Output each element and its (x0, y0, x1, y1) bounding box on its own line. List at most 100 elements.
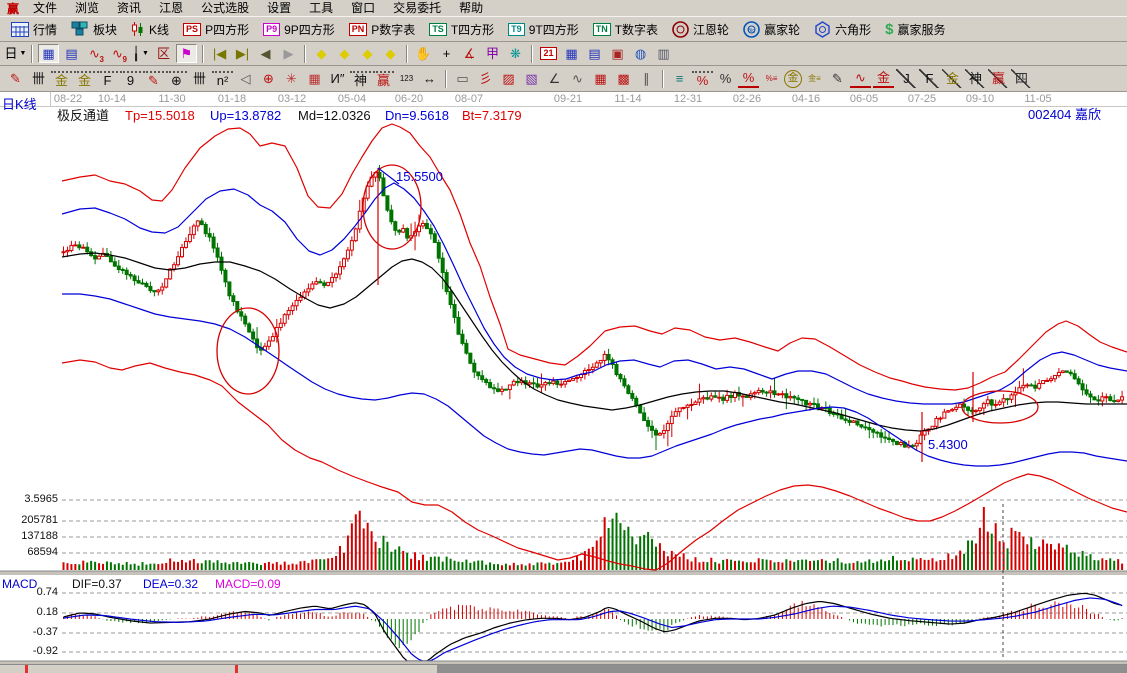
period-day-dropdown[interactable]: 日▼ (5, 44, 26, 63)
sectors-button[interactable]: 板块 (64, 18, 124, 40)
diamond-left-icon[interactable]: ◆ (311, 44, 332, 63)
red-grid-icon[interactable]: ▦ (590, 69, 611, 88)
fan-box2-icon[interactable]: ▧ (521, 69, 542, 88)
candle-body (1101, 397, 1104, 401)
net-grid-icon[interactable]: ▦ (304, 69, 325, 88)
menu-item-9[interactable]: 帮助 (450, 0, 492, 17)
ninep-square-button[interactable]: P99P四方形 (256, 18, 342, 40)
first-bar-icon[interactable]: |◀ (209, 44, 230, 63)
fan-lines-icon[interactable]: 彡 (475, 69, 496, 88)
menu-item-3[interactable]: 江恩 (150, 0, 192, 17)
hexagon-button[interactable]: 六角形 (807, 18, 878, 40)
cursor-flag-icon[interactable]: ◁ (235, 69, 256, 88)
span-arrow-icon[interactable]: ↔ (419, 69, 440, 88)
mind-icon[interactable]: ❋ (505, 44, 526, 63)
ruler-123-icon[interactable]: 123 (396, 69, 417, 88)
gann-tool-icon[interactable]: 甲 (482, 44, 503, 63)
gold-ruler-b-icon[interactable]: 金 (74, 71, 95, 88)
nine-ruler-icon[interactable]: 9 (120, 71, 141, 88)
chart-area[interactable]: 15.55005.4300 日K线 极反通道 Tp=15.5018 Up=13.… (0, 92, 1127, 673)
t-square-button[interactable]: TST四方形 (422, 18, 501, 40)
crosshair-icon[interactable]: + (436, 44, 457, 63)
menu-item-2[interactable]: 资讯 (108, 0, 150, 17)
t-table-button[interactable]: TNT数字表 (586, 18, 665, 40)
ruler-tool-icon[interactable]: 卌 (28, 69, 49, 88)
menu-item-8[interactable]: 交易委托 (384, 0, 450, 17)
dial-ruler-icon[interactable]: ⊕ (166, 71, 187, 88)
prev-bar-icon[interactable]: ◀ (255, 44, 276, 63)
f-angle-icon[interactable]: F (919, 69, 940, 88)
zigzag-icon[interactable]: ∿ (567, 69, 588, 88)
flag-chart-icon[interactable]: ⚑ (176, 44, 197, 63)
wave-tool-icon[interactable]: ∿ (850, 69, 871, 88)
tick-ruler-icon[interactable]: 卌 (189, 69, 210, 88)
gold-red-icon[interactable]: 金 (873, 69, 894, 88)
next-bar-icon[interactable]: ▶ (278, 44, 299, 63)
h-scrollbar[interactable] (0, 664, 1127, 673)
shen-ruler-icon[interactable]: 神 (350, 71, 371, 88)
pct-three-icon[interactable]: %≡ (761, 69, 782, 88)
ninet-square-button[interactable]: T99T四方形 (501, 18, 586, 40)
star-grid-icon[interactable]: ✳ (281, 69, 302, 88)
menu-item-4[interactable]: 公式选股 (192, 0, 258, 17)
parallel-lines-icon[interactable]: ∥ (636, 69, 657, 88)
candle-pen-icon[interactable]: ✎ (827, 69, 848, 88)
winner-service-button[interactable]: $赢家服务 (878, 18, 952, 40)
menu-item-0[interactable]: 文件 (24, 0, 66, 17)
diamond-expand-icon[interactable]: ◆ (357, 44, 378, 63)
menu-item-7[interactable]: 窗口 (342, 0, 384, 17)
pen-tool-icon[interactable]: ✎ (5, 69, 26, 88)
quote-tool-icon[interactable]: И″ (327, 69, 348, 88)
quotes-button[interactable]: 行情 (4, 18, 64, 40)
gold-angle-icon[interactable]: 金 (942, 69, 963, 88)
pct-under-icon[interactable]: % (738, 69, 759, 88)
kline-button[interactable]: K线 (124, 18, 176, 40)
candle-style-dropdown[interactable]: ╽▼ (130, 44, 151, 63)
menu-item-6[interactable]: 工具 (300, 0, 342, 17)
p-square-button[interactable]: PSP四方形 (176, 18, 256, 40)
gold-three-icon[interactable]: 金≡ (804, 69, 825, 88)
candle-body (62, 252, 65, 253)
n2-ruler-icon[interactable]: n² (212, 71, 233, 88)
print-icon[interactable]: ▥ (653, 44, 674, 63)
winner-wheel-button[interactable]: Big赢家轮 (736, 18, 807, 40)
menu-item-5[interactable]: 设置 (258, 0, 300, 17)
hand-tool-icon[interactable]: ✋ (413, 44, 434, 63)
p-table-button[interactable]: PNP数字表 (342, 18, 423, 40)
ying-ruler-icon[interactable]: 赢 (373, 71, 394, 88)
calendar-icon[interactable]: 21 (538, 44, 559, 63)
si-angle-icon[interactable]: 四 (1011, 69, 1032, 88)
gold-ruler-a-icon[interactable]: 金 (51, 71, 72, 88)
pct-line-icon[interactable]: % (692, 71, 713, 88)
target-icon[interactable]: ⊕ (258, 69, 279, 88)
ying-angle-icon[interactable]: 赢 (988, 69, 1009, 88)
shen-angle-icon[interactable]: 神 (965, 69, 986, 88)
menu-item-1[interactable]: 浏览 (66, 0, 108, 17)
candle-body (390, 210, 393, 222)
sparkline-3-icon[interactable]: ∿3 (84, 44, 105, 63)
j-angle-icon[interactable]: J (896, 69, 917, 88)
measure-icon[interactable]: ∡ (459, 44, 480, 63)
gold-circle-icon[interactable]: 金 (784, 70, 802, 88)
layout-icon[interactable]: ▦ (38, 44, 59, 63)
f-ruler-icon[interactable]: F (97, 71, 118, 88)
pct-plain-icon[interactable]: % (715, 69, 736, 88)
angle-lines-icon[interactable]: ∠ (544, 69, 565, 88)
diamond-right-icon[interactable]: ◆ (334, 44, 355, 63)
save-icon[interactable]: ▣ (607, 44, 628, 63)
fan-box-icon[interactable]: ▨ (498, 69, 519, 88)
price-scale-icon[interactable]: ≡ (669, 69, 690, 88)
notes-icon[interactable]: ▤ (584, 44, 605, 63)
gann-wheel-button[interactable]: 江恩轮 (665, 18, 736, 40)
pen-ruler-icon[interactable]: ✎ (143, 71, 164, 88)
last-bar-icon[interactable]: ▶| (232, 44, 253, 63)
region-icon[interactable]: 区 (153, 44, 174, 63)
info-panel-icon[interactable]: ▤ (61, 44, 82, 63)
calculator-icon[interactable]: ▦ (561, 44, 582, 63)
sparkline-9-icon[interactable]: ∿9 (107, 44, 128, 63)
box-tool-icon[interactable]: ▭ (452, 69, 473, 88)
net-save-icon[interactable]: ◍ (630, 44, 651, 63)
diamond-compress-icon[interactable]: ◆ (380, 44, 401, 63)
h-scrollbar-thumb[interactable] (437, 665, 1127, 673)
red-grid2-icon[interactable]: ▩ (613, 69, 634, 88)
